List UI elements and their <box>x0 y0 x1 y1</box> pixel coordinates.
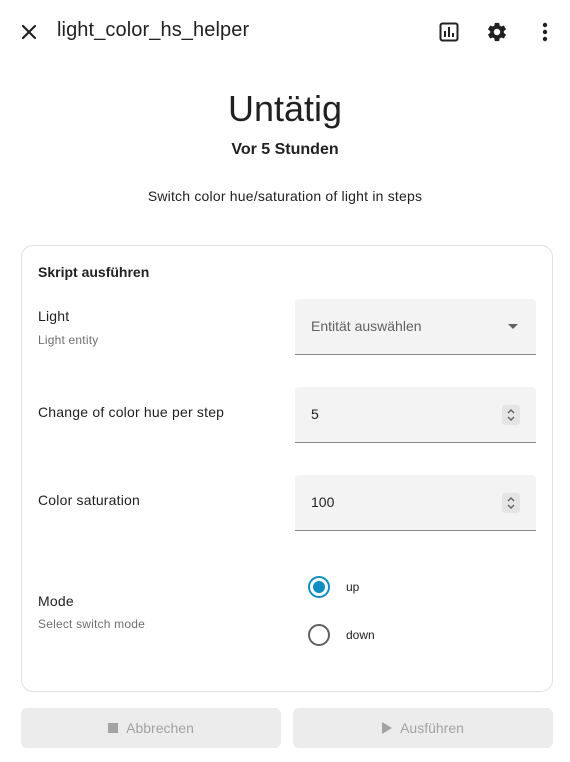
saturation-input[interactable]: 100 <box>295 475 536 531</box>
script-description: Switch color hue/saturation of light in … <box>147 188 423 204</box>
close-icon <box>21 24 37 40</box>
run-button[interactable]: Ausführen <box>293 708 553 748</box>
close-button[interactable] <box>9 12 49 52</box>
settings-button[interactable] <box>477 12 517 52</box>
saturation-value: 100 <box>311 494 335 510</box>
hue-step-input[interactable]: 5 <box>295 387 536 443</box>
script-state: Untätig <box>227 88 343 129</box>
play-icon <box>382 722 393 734</box>
cancel-button[interactable]: Abbrechen <box>21 708 281 748</box>
history-button[interactable] <box>429 12 469 52</box>
mode-sublabel: Select switch mode <box>38 617 145 631</box>
hue-step-stepper[interactable] <box>502 405 520 425</box>
mode-label: Mode <box>38 593 74 609</box>
mode-radio-up[interactable] <box>308 576 330 598</box>
mode-option-down[interactable]: down <box>346 628 375 642</box>
hue-step-value: 5 <box>311 406 319 422</box>
light-sublabel: Light entity <box>38 333 99 347</box>
stepper-arrows-icon <box>507 409 515 421</box>
chevron-down-icon <box>508 324 518 329</box>
last-changed: Vor 5 Stunden <box>231 141 339 158</box>
gear-icon <box>488 22 506 42</box>
stop-icon <box>108 723 119 733</box>
mode-radio-down[interactable] <box>308 624 330 646</box>
hue-step-label: Change of color hue per step <box>38 404 225 420</box>
chart-box-icon <box>439 22 459 42</box>
stepper-arrows-icon <box>507 497 515 509</box>
card-title: Skript ausführen <box>38 264 150 280</box>
run-button-label: Ausführen <box>400 720 464 736</box>
dialog-title: light_color_hs_helper <box>57 19 250 41</box>
dots-vertical-icon <box>542 22 548 42</box>
cancel-button-label: Abbrechen <box>126 720 194 736</box>
more-menu-button[interactable] <box>525 12 565 52</box>
saturation-stepper[interactable] <box>502 493 520 513</box>
dialog-header: light_color_hs_helper <box>0 0 570 64</box>
saturation-label: Color saturation <box>38 492 141 508</box>
entity-picker-placeholder: Entität auswählen <box>311 318 422 334</box>
mode-option-up[interactable]: up <box>346 580 359 594</box>
light-label: Light <box>38 308 70 324</box>
entity-picker[interactable]: Entität auswählen <box>295 299 536 355</box>
